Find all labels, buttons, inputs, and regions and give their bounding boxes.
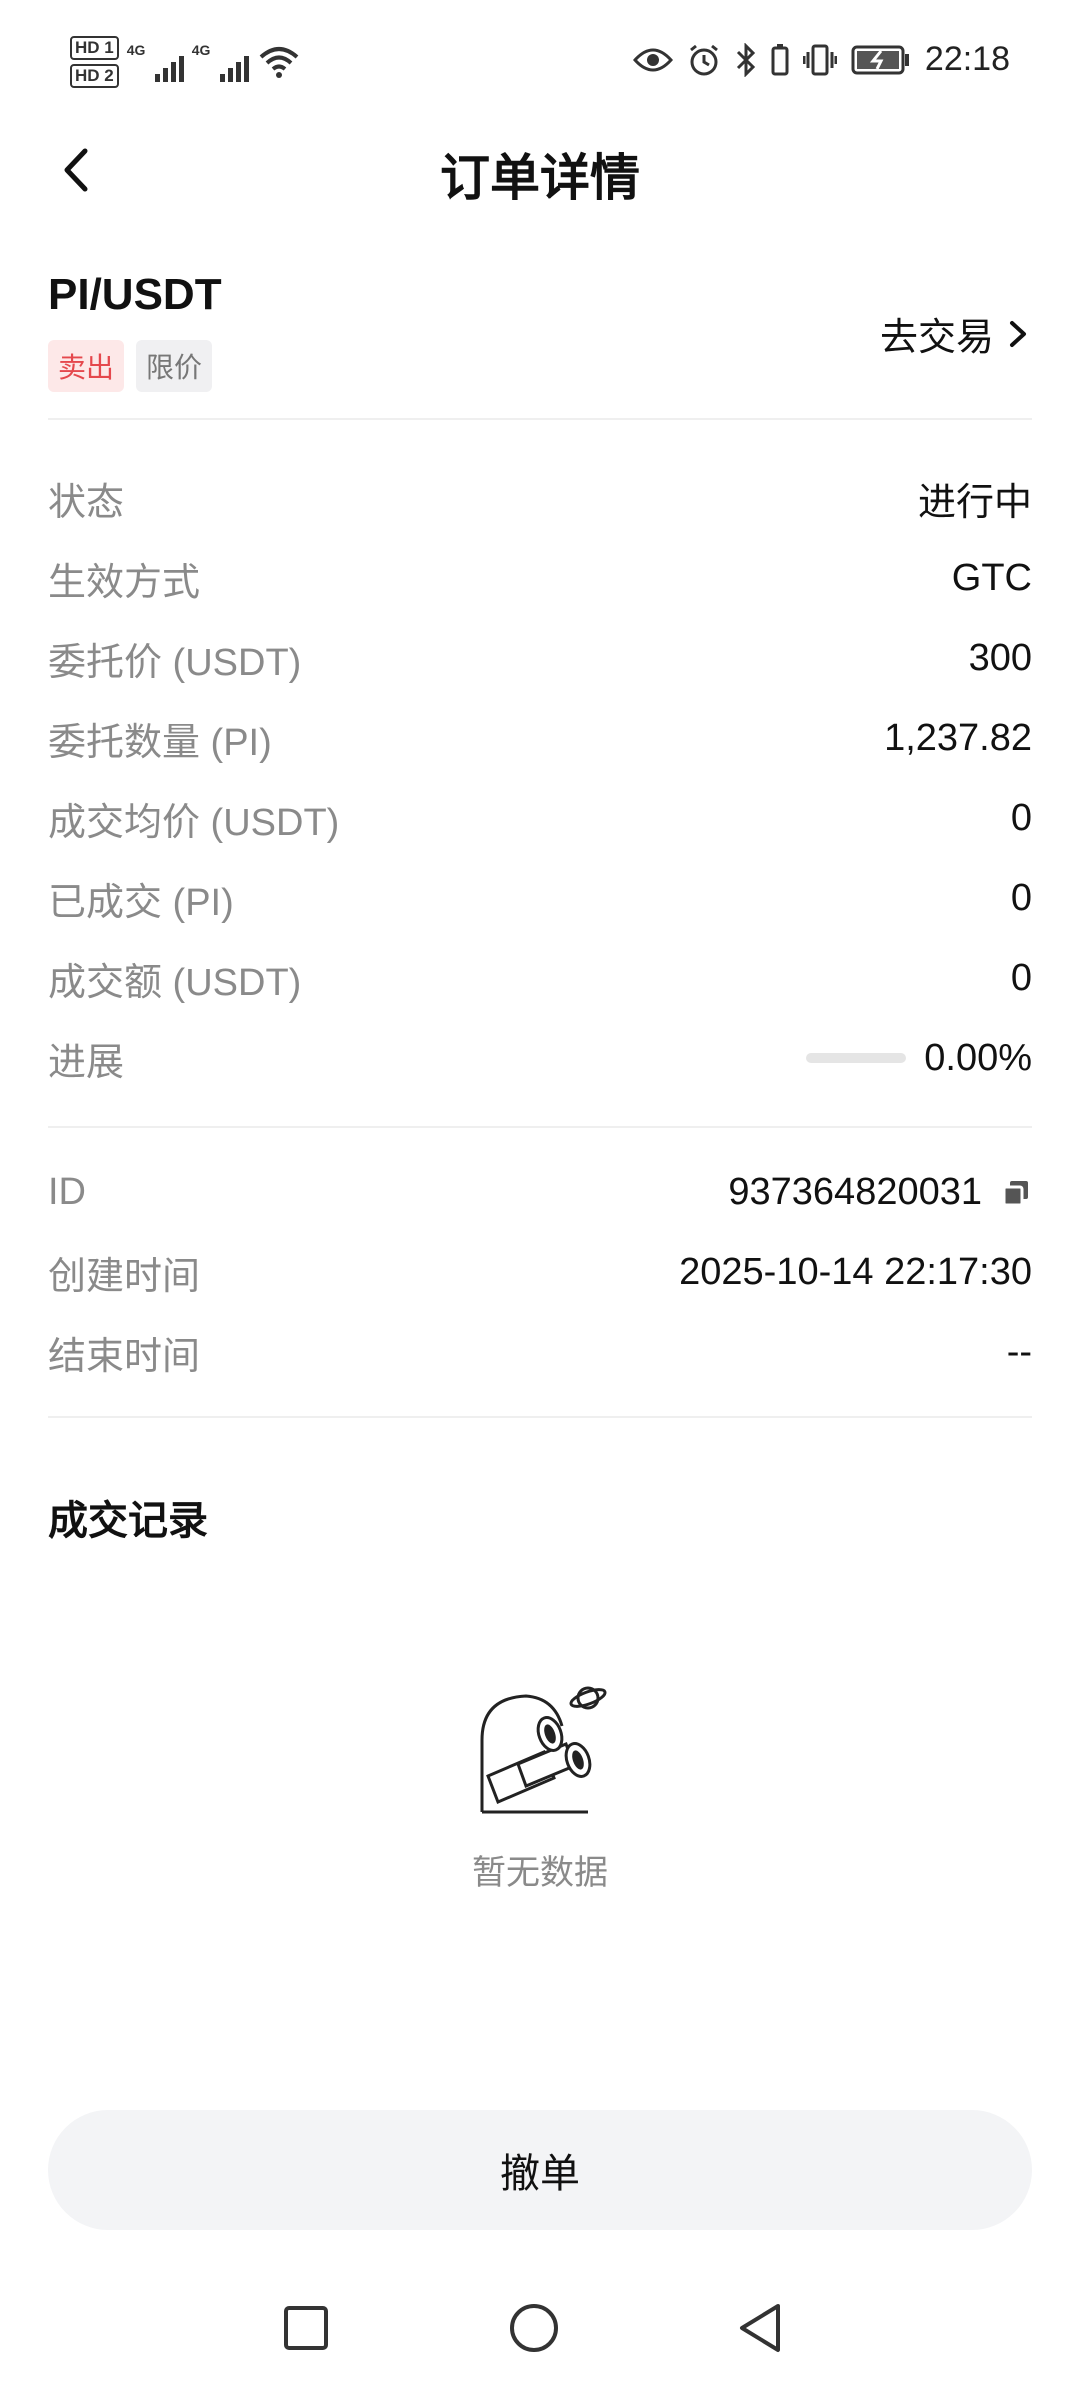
copy-icon[interactable] [1000, 1176, 1032, 1208]
detail-label: 已成交 (PI) [48, 881, 234, 924]
detail-value: GTC [951, 556, 1032, 599]
detail-row-progress: 进展 0.00% [48, 1028, 1032, 1088]
detail-row-status: 状态 进行中 [48, 468, 1032, 528]
detail-value: 0 [1010, 956, 1032, 999]
vibrate-icon [802, 44, 837, 75]
progress-value: 0.00% [924, 1036, 1032, 1079]
system-navigation-bar [0, 2290, 1080, 2388]
order-id: 937364820031 [728, 1170, 982, 1213]
progress-label: 进展 [48, 1041, 125, 1084]
progress-bar [806, 1053, 907, 1063]
alarm-icon [689, 44, 718, 75]
side-tag: 卖出 [48, 340, 125, 392]
telescope-empty-icon [480, 1686, 607, 1814]
clock: 22:18 [924, 40, 1010, 78]
wifi-icon [259, 47, 299, 78]
divider [48, 1416, 1032, 1418]
detail-label: 成交额 (USDT) [48, 961, 302, 1004]
home-button[interactable] [504, 2298, 564, 2358]
divider [48, 1126, 1032, 1128]
status-right: 22:18 [632, 40, 1010, 79]
bluetooth-icon [736, 42, 756, 77]
meta-row-ended: 结束时间 -- [48, 1322, 1032, 1382]
detail-value: 300 [968, 636, 1032, 679]
sim1-badge: HD 1 [70, 36, 119, 60]
order-tags: 卖出 限价 [48, 340, 213, 392]
net2-label: 4G [191, 42, 211, 58]
detail-row-turnover: 成交额 (USDT) 0 [48, 948, 1032, 1008]
trading-pair: PI/USDT [48, 270, 222, 319]
battery-icon [851, 45, 909, 74]
detail-row-order-price: 委托价 (USDT) 300 [48, 628, 1032, 688]
triangle-back-icon [740, 2304, 780, 2352]
detail-value: 0 [1010, 796, 1032, 839]
go-trade-label: 去交易 [879, 317, 994, 359]
meta-value: 2025-10-14 22:17:30 [679, 1250, 1032, 1293]
meta-label: 结束时间 [48, 1335, 201, 1378]
divider [48, 418, 1032, 420]
meta-row-id: ID 937364820031 [48, 1162, 1032, 1222]
status-bar: HD 1 HD 2 4G 4G 22:18 [0, 0, 1080, 130]
sim2-badge: HD 2 [70, 64, 119, 88]
copy-glyph [1002, 1181, 1028, 1207]
recent-apps-button[interactable] [276, 2298, 336, 2358]
progress-value-group: 0.00% [806, 1037, 1032, 1080]
detail-value: 0 [1010, 876, 1032, 919]
detail-row-order-amount: 委托数量 (PI) 1,237.82 [48, 708, 1032, 768]
back-nav-button[interactable] [730, 2298, 790, 2358]
sim-indicators: HD 1 HD 2 [70, 36, 119, 88]
meta-label: 创建时间 [48, 1255, 201, 1298]
navigation-bar: 订单详情 [0, 120, 1080, 220]
chevron-right-icon [1010, 320, 1026, 347]
page-title: 订单详情 [440, 150, 640, 206]
meta-label: ID [48, 1170, 86, 1213]
detail-value: 进行中 [917, 481, 1032, 524]
net1-label: 4G [126, 42, 146, 58]
signal-1-icon: 4G [126, 42, 184, 82]
trades-section-title: 成交记录 [48, 1499, 208, 1543]
empty-text: 暂无数据 [472, 1854, 608, 1892]
detail-value: 1,237.82 [884, 716, 1032, 759]
meta-row-created: 创建时间 2025-10-14 22:17:30 [48, 1242, 1032, 1302]
cancel-order-button[interactable]: 撤单 [48, 2110, 1032, 2230]
detail-label: 委托数量 (PI) [48, 721, 272, 764]
empty-state: 暂无数据 [0, 1680, 1080, 1894]
detail-label: 生效方式 [48, 561, 201, 604]
detail-label: 委托价 (USDT) [48, 641, 302, 684]
detail-row-time-in-force: 生效方式 GTC [48, 548, 1032, 608]
eye-icon [632, 48, 673, 71]
meta-value-group: 937364820031 [728, 1171, 1032, 1214]
square-icon [284, 2306, 328, 2350]
battery-saver-icon [771, 43, 789, 75]
signal-2-icon: 4G [191, 42, 249, 82]
order-type-tag: 限价 [136, 340, 213, 392]
detail-row-filled: 已成交 (PI) 0 [48, 868, 1032, 928]
circle-icon [510, 2304, 558, 2352]
meta-value: -- [1006, 1330, 1032, 1373]
go-trade-link[interactable]: 去交易 [880, 306, 1028, 361]
detail-row-avg-price: 成交均价 (USDT) 0 [48, 788, 1032, 848]
detail-label: 状态 [48, 481, 125, 524]
detail-label: 成交均价 (USDT) [48, 801, 340, 844]
status-left: HD 1 HD 2 4G 4G [70, 36, 299, 88]
